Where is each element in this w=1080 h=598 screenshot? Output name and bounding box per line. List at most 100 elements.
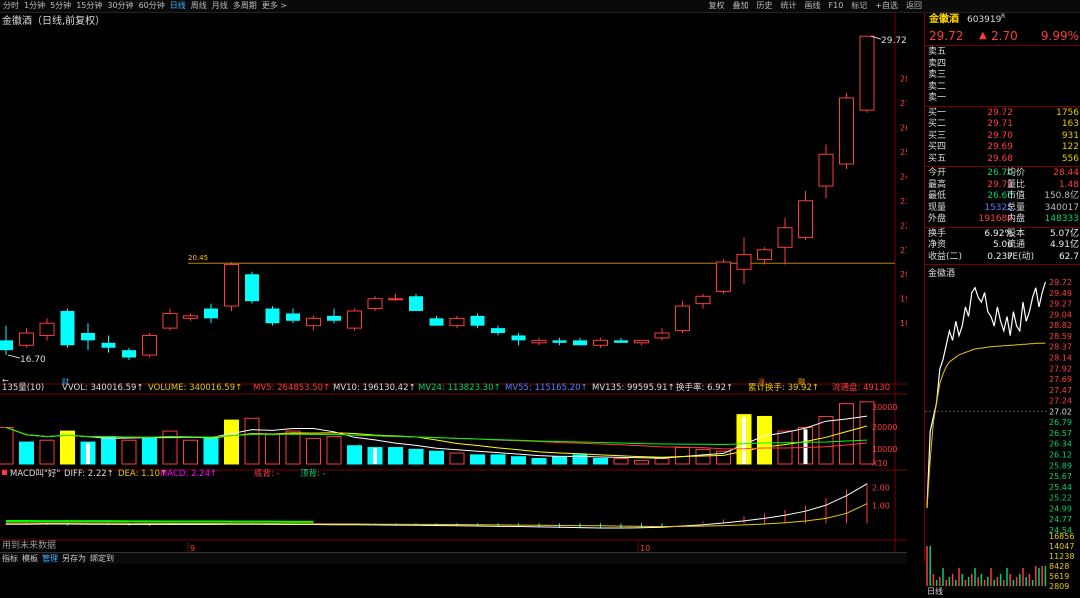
candle-body-up xyxy=(818,153,834,187)
volume-bar xyxy=(613,458,629,465)
candle-body-up xyxy=(859,35,875,111)
stat-row-value2: 28.44 xyxy=(1053,168,1079,178)
indicator-tab[interactable]: 管理 xyxy=(40,553,60,564)
period-tab[interactable]: 5分钟 xyxy=(50,0,71,12)
sell-level-label: 卖四 xyxy=(928,58,947,69)
mini-axis-label: 25.67 xyxy=(1049,472,1072,481)
mini-axis-label: 26.34 xyxy=(1049,440,1072,449)
tool-button[interactable]: 叠加 xyxy=(733,0,749,12)
volume-indicator-text: 135量(10) xyxy=(2,383,44,393)
stat2-row-value: 5.06 xyxy=(992,240,1013,250)
last-price: 29.72 xyxy=(929,29,964,43)
candle-body-up xyxy=(19,332,34,346)
stat-row-value: 15325 xyxy=(984,202,1013,213)
period-tab[interactable]: 更多 > xyxy=(262,0,287,12)
volume-indicator-text: 换手率: 6.92↑ xyxy=(676,382,733,393)
candle-body-down xyxy=(429,318,444,326)
indicator-tab[interactable]: 绑定到 xyxy=(88,553,116,564)
period-tab[interactable]: 60分钟 xyxy=(139,0,165,12)
stat2-row-value: 6.92% xyxy=(984,228,1013,239)
candle-body-up xyxy=(531,339,547,344)
candle-body-up xyxy=(716,261,731,292)
buy-level-value2: 163 xyxy=(1061,119,1079,129)
mini-axis-label: 27.24 xyxy=(1049,397,1072,406)
quote-stats: 今开 26.70 均价 28.44 最高 29.72 量比 1.48 最低 26.60 市值 150.… xyxy=(925,168,1080,226)
mini-axis-label: 24.99 xyxy=(1049,504,1072,513)
mini-axis-label: 27.69 xyxy=(1049,375,1072,384)
macd-indicator-text: MACD叫"好" xyxy=(10,468,60,479)
tool-button[interactable]: 统计 xyxy=(781,0,797,12)
volume-bar-marker xyxy=(86,443,90,464)
macd-trend-line xyxy=(6,519,314,523)
tool-button[interactable]: 标记 xyxy=(851,0,867,12)
stat-row-value: 26.70 xyxy=(987,168,1013,178)
price-axis-label: 25.00 xyxy=(900,148,907,157)
tool-button[interactable]: +自选 xyxy=(875,0,898,12)
candle-body-up xyxy=(798,200,813,239)
mini-axis-label: 25.89 xyxy=(1049,461,1072,470)
price-axis-label: 22.00 xyxy=(900,221,907,230)
mini-axis-label: 29.49 xyxy=(1049,289,1072,298)
period-tab[interactable]: 1分钟 xyxy=(24,0,45,12)
candle-body-up xyxy=(449,317,465,327)
stat2-row-value2: 62.7 xyxy=(1058,251,1079,262)
period-tab[interactable]: 30分钟 xyxy=(107,0,133,12)
kline-chart-svg[interactable]: 28.00 27.00 26.00 25.00 24.00 23.00 22.00 21.00… xyxy=(0,12,923,553)
mini-vol-axis-label: 8428 xyxy=(1049,562,1069,571)
macd-indicator-text: 顶背: - xyxy=(300,468,326,479)
candle-body-down xyxy=(409,296,423,311)
buy-level-label: 买二 xyxy=(928,119,947,129)
period-tab[interactable]: 周线 xyxy=(191,0,207,12)
tool-button[interactable]: 返回 xyxy=(906,0,922,12)
stat-row-label: 今开 xyxy=(928,168,947,178)
stat-row-value2: 1.48 xyxy=(1058,179,1079,190)
stock-code: 603919 xyxy=(967,15,1002,25)
tool-button[interactable]: 历史 xyxy=(757,0,773,12)
mini-axis-label: 24.77 xyxy=(1049,515,1072,524)
period-tab[interactable]: 多周期 xyxy=(233,0,257,12)
volume-bar xyxy=(408,448,424,465)
chart-area[interactable]: 28.00 27.00 26.00 25.00 24.00 23.00 22.00 21.00… xyxy=(0,12,923,553)
volume-bar-marker xyxy=(742,417,746,464)
candle-body-up xyxy=(367,298,383,310)
candle-body-down xyxy=(327,315,341,321)
candle-body-up xyxy=(634,339,649,344)
candle-body-up xyxy=(675,305,690,332)
buy-level-label: 买四 xyxy=(928,142,947,152)
price-axis-label: 20.00 xyxy=(900,270,907,279)
mini-axis-label: 28.82 xyxy=(1049,321,1072,330)
buy-level-value2: 931 xyxy=(1061,130,1079,141)
period-tab[interactable]: 月线 xyxy=(212,0,228,12)
stat-row: 现量 15325 总量 340017 xyxy=(925,203,1080,215)
tool-button[interactable]: 复权 xyxy=(709,0,725,12)
mini-avg-line xyxy=(926,342,1046,509)
volume-bar xyxy=(306,437,321,465)
mini-vol-axis-label: 16856 xyxy=(1049,532,1074,541)
mini-axis-label: 29.27 xyxy=(1049,300,1072,309)
period-tab[interactable]: 15分钟 xyxy=(76,0,102,12)
tool-button[interactable]: F10 xyxy=(829,0,844,12)
sell-level: 卖二 xyxy=(925,82,1080,94)
candle-body-up xyxy=(593,339,608,346)
mini-tab-label: 日线 xyxy=(927,586,943,595)
indicator-tab[interactable]: 指标 xyxy=(0,553,20,564)
low-pointer xyxy=(7,354,21,359)
price-axis-label: 23.00 xyxy=(900,197,907,206)
period-tab[interactable]: 日线 xyxy=(170,0,186,12)
stat2-row-value: 0.237 xyxy=(987,251,1013,262)
indicator-tab[interactable]: 模板 xyxy=(20,553,40,564)
period-tab[interactable]: 分时 xyxy=(3,0,19,12)
indicator-tab[interactable]: 另存为 xyxy=(60,553,88,564)
volume-bar xyxy=(757,415,772,465)
candle-body-down xyxy=(122,350,136,358)
stat-row-label: 外盘 xyxy=(928,214,947,224)
tool-button[interactable]: 画线 xyxy=(805,0,821,12)
buy-level: 买五 29.68 556 xyxy=(925,154,1080,166)
volume-indicator-text: VOLUME: 340016.59↑ xyxy=(148,383,242,393)
stat-row-label: 最高 xyxy=(928,179,947,190)
mini-chart-title: 金徽酒 xyxy=(928,269,956,279)
intraday-mini-chart[interactable]: 29.72 29.49 29.2729.04 28.82 28.59 28.3728.14… xyxy=(925,278,1080,596)
buy-level-value: 29.72 xyxy=(987,107,1013,118)
chart-tool-buttons: 复权 叠加 历史 统计 画线 F10 标记 +自选 返回 xyxy=(701,0,922,12)
macd-collapse-icon xyxy=(2,470,7,475)
